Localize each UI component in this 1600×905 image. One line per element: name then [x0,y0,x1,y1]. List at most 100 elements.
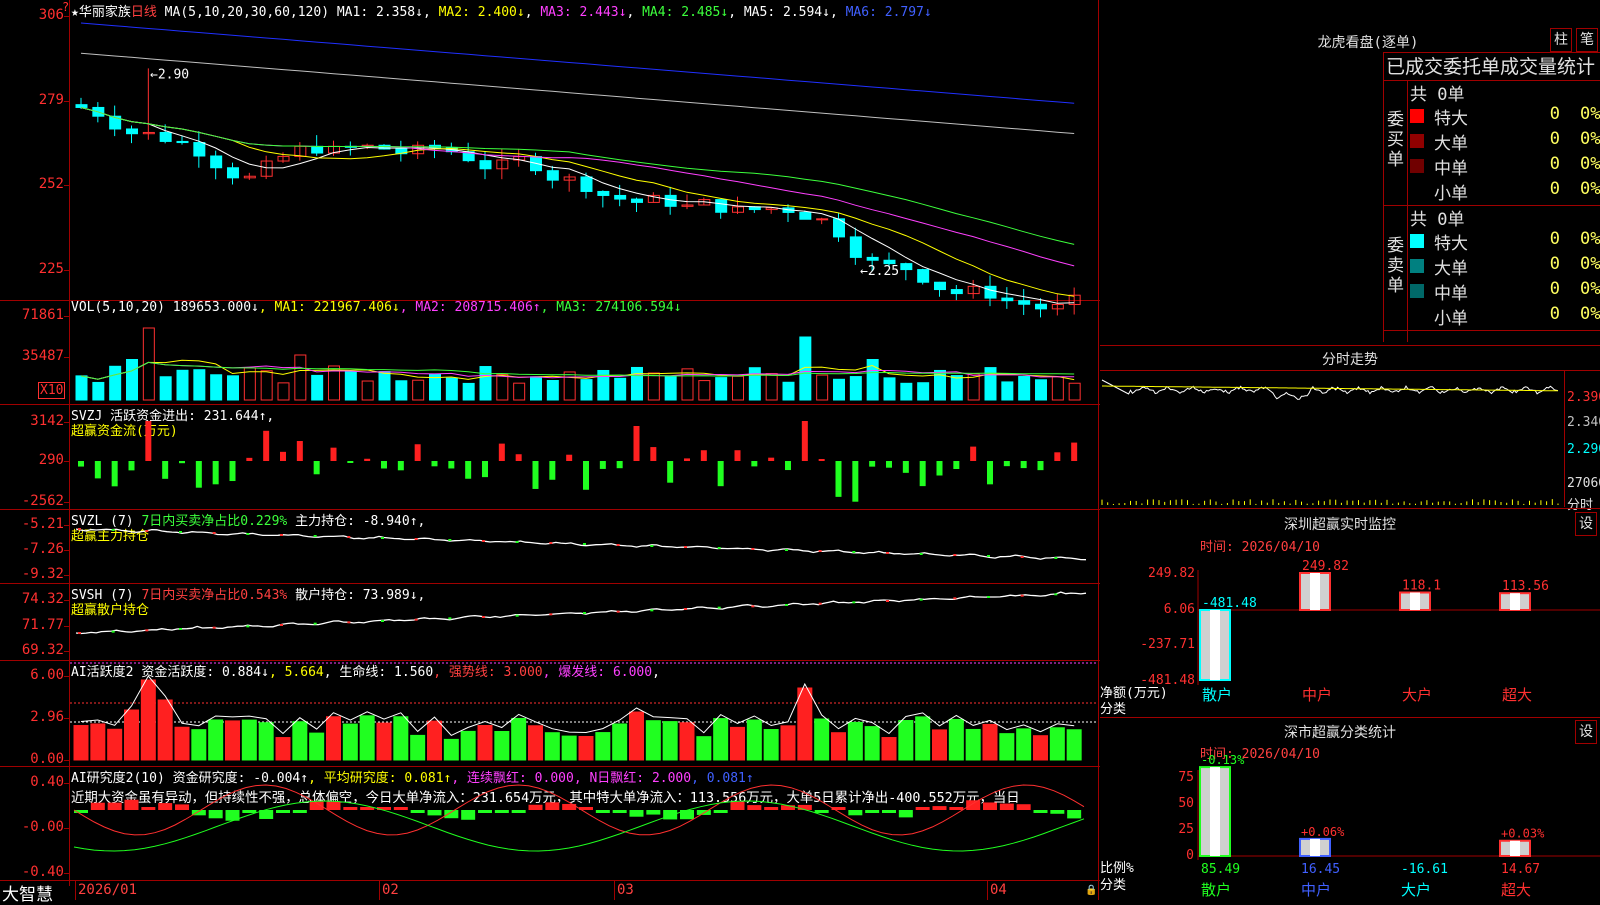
y-tick-label: 290 [38,452,64,468]
flow-bar [330,447,337,461]
x-month-label: 03 [617,882,634,898]
fund-flow-chart[interactable] [70,404,1098,509]
holding-dot [111,529,115,531]
research-bar [410,810,425,813]
bar-mode-button[interactable]: 柱 [1550,28,1572,52]
activity-bar [258,722,274,761]
main-chart-area[interactable]: ★华丽家族日线 MA(5,10,20,30,60,120) MA1: 2.358… [0,0,1100,905]
research-bar [646,810,661,815]
stock-name[interactable]: ★华丽家族 [71,5,131,20]
main-holding-chart[interactable] [70,509,1098,583]
candle-body [816,218,829,221]
holding-dot [78,632,81,634]
flow-bar [1020,461,1027,469]
order-size-label: 中单 [1434,284,1468,304]
retail-holding-chart[interactable] [70,583,1098,660]
holding-dot [78,528,81,530]
order-size-label: 小单 [1434,309,1468,329]
activity-bar [814,718,830,761]
activity-bar [326,716,341,761]
sz-settings-button[interactable]: 设 [1575,512,1597,536]
sz-category-label: 中户 [1302,686,1332,704]
fl-top-label: +0.03% [1501,827,1545,841]
sell-orders-label: 委卖单 [1387,236,1404,296]
volume-bar [344,371,357,401]
volume-bar [193,369,206,401]
ma-line [80,22,1075,104]
candlestick-chart[interactable]: ←2.90 ←2.25 [70,20,1098,318]
candle-body [934,281,946,291]
ai-research-chart[interactable] [70,766,1098,880]
holding-dot [313,535,317,537]
sz-bar-value: 118.1 [1402,579,1441,594]
sz-monitor-chart[interactable]: -481.48 散户 249.82 中户 118.1 大户 113.56 超大 [1100,550,1600,715]
flow-bar [599,461,606,469]
order-row: 特大 0 0% [1410,229,1600,254]
activity-bar [948,718,964,761]
color-swatch [1410,284,1424,298]
flow-bar [111,461,118,487]
y-tick-mark [64,16,70,17]
holding-dot [650,545,654,547]
order-count: 0 [1549,179,1560,199]
activity-bar [561,735,577,761]
flow-bar [482,461,488,478]
holding-dot [616,544,620,546]
divider [1100,345,1600,346]
volume-bar [227,375,239,401]
flow-bar [633,426,640,461]
volume-chart[interactable] [70,300,1098,404]
activity-bar [427,720,442,761]
lhkp-title: 龙虎看盘(逐单) [1317,35,1419,51]
flow-bar [414,444,421,461]
fl-stats-chart[interactable]: -0.13% 85.49 散户 +0.06% 16.45 中户 -16.61 大户 +0.03%… [1100,753,1600,900]
flow-bar [801,421,808,461]
fl-bar [1499,839,1531,858]
lock-icon[interactable]: 🔒 [1085,885,1097,896]
flow-bar [313,461,320,475]
research-bar [1016,804,1031,810]
flow-bar [515,454,522,461]
volume-bar [1035,379,1047,401]
ai-activity-chart[interactable] [70,660,1098,766]
intraday-chart[interactable] [1100,370,1564,507]
volume-bar [698,380,711,401]
volume-bar [412,379,425,401]
activity-bar [612,723,628,761]
activity-bar [982,723,998,761]
header-segment: , [728,5,744,20]
sz-bar-value: -481.48 [1202,596,1257,611]
holding-dot [919,553,923,555]
activity-bar [629,711,644,761]
research-bar [848,810,863,816]
y-tick-label: -5.21 [21,516,64,532]
activity-bar [107,728,123,761]
holding-dot [852,551,856,553]
order-row: 小单 0 0% [1410,304,1600,329]
header-segment: MA6: 2.797↓ [845,5,932,20]
period-label[interactable]: 日线 [131,5,157,20]
holding-dot [1020,556,1024,558]
fl-settings-button[interactable]: 设 [1575,720,1597,744]
research-bar [814,810,829,813]
holding-dot [280,534,283,536]
research-bar [343,807,358,810]
holding-dot [179,628,182,630]
x-month-label: 02 [382,882,399,898]
flow-bar [566,454,573,461]
volume-bar [210,374,223,401]
y-tick-label: 6.00 [30,667,64,683]
volume-bar [513,382,526,401]
order-row: 大单 0 0% [1410,129,1600,154]
flow-bar [717,461,724,487]
buy-orders-label: 委买单 [1387,110,1404,170]
flow-bar [1037,461,1044,471]
fl-bar-highlight [1210,767,1220,856]
holding-dot [953,554,957,556]
activity-bar [174,726,190,761]
activity-bar [915,716,931,761]
color-swatch [1410,134,1424,148]
pen-mode-button[interactable]: 笔 [1576,28,1598,52]
activity-bar [191,729,207,761]
order-percent: 0% [1580,154,1600,174]
